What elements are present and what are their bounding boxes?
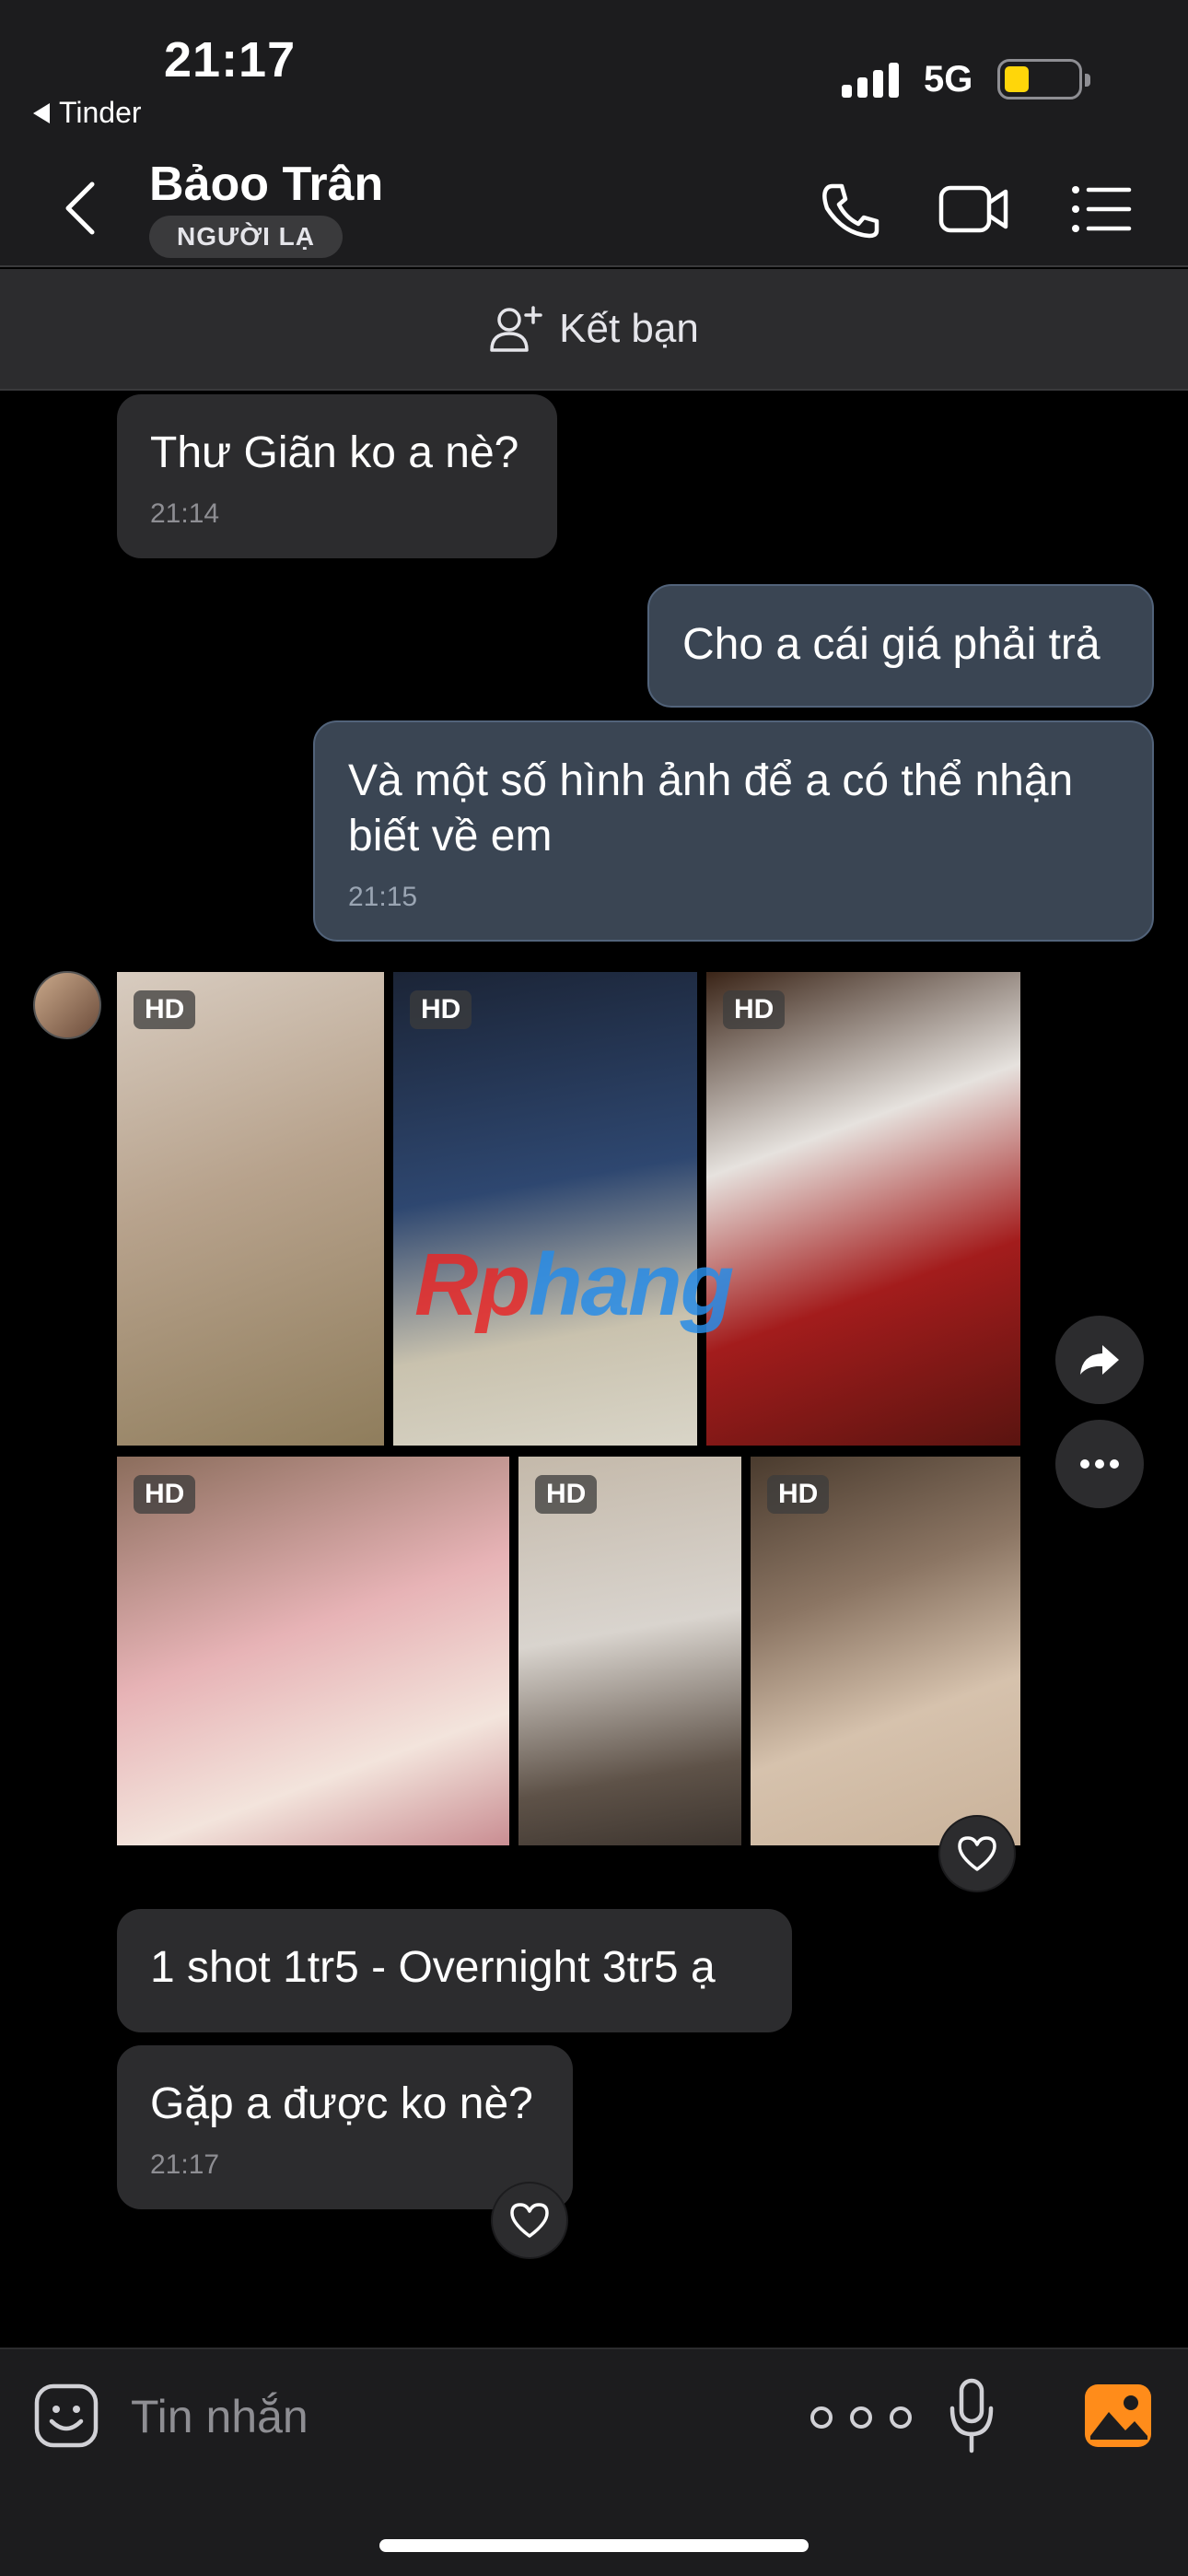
message-text: Gặp a được ko nè?: [150, 2079, 533, 2128]
battery-icon: [997, 59, 1090, 100]
photo-thumbnail[interactable]: HD: [751, 1457, 1020, 1845]
stranger-badge: NGƯỜI LẠ: [149, 216, 343, 258]
hd-badge: HD: [535, 1475, 598, 1514]
contact-name[interactable]: Bảoo Trân: [149, 157, 383, 212]
message-bubble[interactable]: Và một số hình ảnh để a có thể nhận biết…: [313, 720, 1154, 942]
share-button[interactable]: [1055, 1316, 1144, 1404]
message-bubble[interactable]: Thư Giãn ko a nè? 21:14: [117, 394, 557, 558]
message-time: 21:15: [348, 882, 418, 912]
video-camera-icon: [938, 185, 1008, 233]
photo-react-button[interactable]: [938, 1815, 1016, 1892]
network-type: 5G: [924, 59, 973, 100]
contact-avatar[interactable]: [33, 971, 101, 1039]
hd-badge: HD: [134, 990, 196, 1029]
photo-thumbnail[interactable]: HD: [117, 1457, 509, 1845]
home-indicator: [379, 2539, 809, 2552]
hd-badge: HD: [767, 1475, 830, 1514]
status-bar: 21:17 Tinder 5G: [0, 0, 1188, 147]
chat-menu-button[interactable]: [1068, 177, 1142, 241]
watermark-part1: Rp: [414, 1235, 530, 1334]
heart-icon: [958, 1836, 996, 1871]
more-options-button[interactable]: [1055, 1420, 1144, 1508]
message-text: Và một số hình ảnh để a có thể nhận biết…: [348, 756, 1074, 861]
message-text: 1 shot 1tr5 - Overnight 3tr5 ạ: [150, 1943, 716, 1992]
gallery-button[interactable]: [1083, 2383, 1153, 2449]
add-friend-button[interactable]: Kết bạn: [0, 269, 1188, 391]
add-friend-icon: [490, 306, 542, 352]
back-triangle-icon: [33, 102, 50, 123]
message-bubble[interactable]: 1 shot 1tr5 - Overnight 3tr5 ạ: [117, 1909, 792, 2032]
message-bubble[interactable]: Cho a cái giá phải trả: [647, 584, 1154, 708]
back-to-app-link[interactable]: Tinder: [33, 96, 142, 130]
add-friend-label: Kết bạn: [559, 306, 699, 351]
message-input[interactable]: [131, 2384, 775, 2449]
voice-message-button[interactable]: [949, 2377, 995, 2454]
photo-thumbnail[interactable]: HD: [393, 972, 697, 1446]
microphone-icon: [949, 2378, 994, 2453]
message-bubble[interactable]: Gặp a được ko nè? 21:17: [117, 2045, 573, 2209]
video-call-button[interactable]: [938, 177, 1011, 241]
status-time: 21:17: [164, 32, 297, 88]
ellipsis-icon: [810, 2406, 912, 2429]
message-time: 21:17: [150, 2149, 220, 2180]
voice-call-button[interactable]: [812, 177, 886, 241]
chevron-left-icon: [65, 181, 95, 235]
heart-icon: [510, 2203, 549, 2238]
image-gallery-icon: [1085, 2384, 1151, 2447]
more-actions-button[interactable]: [801, 2399, 921, 2436]
chat-header: Bảoo Trân NGƯỜI LẠ: [0, 147, 1188, 267]
message-react-button[interactable]: [491, 2182, 568, 2259]
share-arrow-icon: [1080, 1345, 1119, 1375]
watermark-logo: Rphang: [414, 1235, 734, 1336]
photo-thumbnail[interactable]: HD: [518, 1457, 741, 1845]
hd-badge: HD: [134, 1475, 196, 1514]
watermark-part2: hang: [528, 1235, 734, 1334]
message-text: Cho a cái giá phải trả: [682, 620, 1101, 669]
hd-badge: HD: [723, 990, 786, 1029]
phone-icon: [822, 183, 879, 239]
photo-thumbnail[interactable]: HD: [117, 972, 384, 1446]
message-text: Thư Giãn ko a nè?: [150, 428, 519, 477]
emoji-button[interactable]: [33, 2383, 99, 2449]
ellipsis-icon: [1080, 1459, 1119, 1469]
sticker-smiley-icon: [34, 2383, 99, 2448]
list-menu-icon: [1072, 186, 1132, 232]
message-time: 21:14: [150, 498, 220, 529]
signal-icon: [842, 61, 899, 98]
back-button[interactable]: [55, 175, 111, 240]
back-app-label: Tinder: [59, 96, 142, 129]
photo-thumbnail[interactable]: HD: [706, 972, 1020, 1446]
hd-badge: HD: [410, 990, 472, 1029]
